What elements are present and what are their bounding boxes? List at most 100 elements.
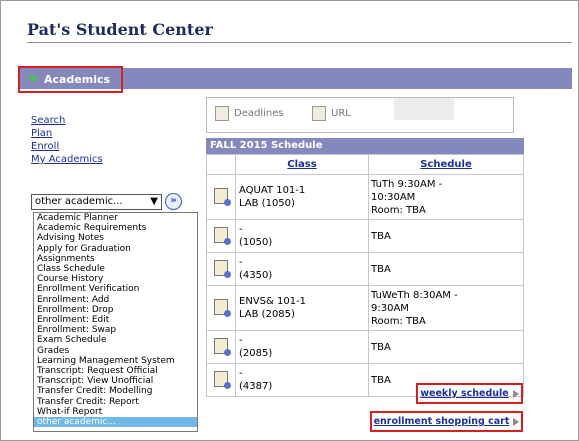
schedule-cell: TBA (368, 330, 524, 364)
class-details-icon-cell[interactable] (206, 252, 236, 286)
class-details-icon[interactable] (214, 370, 231, 389)
chevron-down-icon: ▼ (150, 196, 158, 207)
schedule-time: TBA (371, 263, 391, 275)
url-link[interactable]: URL (312, 106, 351, 121)
class-details-icon-cell[interactable] (206, 363, 236, 397)
listbox-option[interactable]: Transcript: View Unofficial (34, 376, 197, 386)
class-details-icon[interactable] (214, 226, 231, 245)
class-column-header[interactable]: Class (235, 154, 369, 175)
enroll-link[interactable]: Enroll (31, 140, 103, 153)
listbox-option[interactable]: Transcript: Request Official (34, 366, 197, 376)
class-name: - (239, 335, 243, 346)
double-chevron-right-icon[interactable]: » (165, 193, 182, 210)
class-details-icon-cell[interactable] (206, 285, 236, 331)
enrollment-cart-label: enrollment shopping cart (373, 416, 510, 427)
listbox-option[interactable]: Enrollment Verification (34, 284, 197, 294)
listbox-option[interactable]: Enrollment: Add (34, 295, 197, 305)
class-section: (4387) (239, 381, 273, 392)
my-academics-link[interactable]: My Academics (31, 153, 103, 166)
academics-links: Search Plan Enroll My Academics (31, 114, 103, 166)
schedule-row: - (4350) TBA (206, 252, 524, 286)
class-cell: - (1050) (235, 219, 369, 253)
search-link[interactable]: Search (31, 114, 103, 127)
listbox-option[interactable]: Transfer Credit: Report (34, 397, 197, 407)
listbox-option[interactable]: Transfer Credit: Modelling (34, 386, 197, 396)
class-details-icon-cell[interactable] (206, 219, 236, 253)
schedule-cell: TuWeTh 8:30AM -9:30AM Room: TBA (368, 285, 524, 331)
schedule-table: Class Schedule AQUAT 101-1 LAB (1050) TuTh… (206, 154, 524, 397)
play-arrow-icon (513, 417, 520, 426)
schedule-column-header[interactable]: Schedule (368, 154, 524, 175)
class-cell: ENVS& 101-1 LAB (2085) (235, 285, 369, 331)
class-details-icon[interactable] (214, 187, 231, 206)
listbox-option[interactable]: Learning Management System (34, 356, 197, 366)
schedule-cell: TBA (368, 252, 524, 286)
weekly-schedule-button[interactable]: weekly schedule (416, 383, 523, 404)
deadlines-label: Deadlines (234, 108, 284, 119)
schedule-room: Room: TBA (371, 315, 426, 327)
deadlines-link[interactable]: Deadlines (215, 106, 284, 121)
schedule-row: ENVS& 101-1 LAB (2085) TuWeTh 8:30AM -9:30… (206, 285, 524, 331)
schedule-time: TuWeTh 8:30AM - (371, 289, 458, 301)
schedule-header: FALL 2015 Schedule (206, 138, 524, 154)
listbox-option[interactable]: Course History (34, 274, 197, 284)
schedule-row: AQUAT 101-1 LAB (1050) TuTh 9:30AM -10:30A… (206, 174, 524, 220)
listbox-option[interactable]: Grades (34, 346, 197, 356)
schedule-time: TuTh 9:30AM - (371, 178, 443, 190)
class-name: ENVS& 101-1 (239, 296, 307, 307)
dropdown-selected-value: other academic... (35, 196, 123, 207)
schedule-time: TBA (371, 230, 391, 242)
title-divider (27, 42, 572, 43)
listbox-option[interactable]: Exam Schedule (34, 335, 197, 345)
class-details-icon-cell[interactable] (206, 330, 236, 364)
class-cell: - (2085) (235, 330, 369, 364)
class-section: (4350) (239, 270, 273, 281)
listbox-option[interactable]: Enrollment: Drop (34, 305, 197, 315)
schedule-panel: FALL 2015 Schedule Class Schedule AQUAT … (206, 138, 524, 397)
class-details-icon-cell[interactable] (206, 174, 236, 220)
enrollment-cart-button[interactable]: enrollment shopping cart (370, 411, 523, 432)
play-arrow-icon (512, 389, 519, 398)
schedule-time-end: 9:30AM (371, 302, 409, 314)
class-section: (1050) (239, 237, 273, 248)
listbox-option[interactable]: Assignments (34, 254, 197, 264)
class-name: - (239, 224, 243, 235)
class-cell: - (4387) (235, 363, 369, 397)
academic-options-listbox[interactable]: Academic Planner Academic Requirements Adv… (33, 212, 198, 432)
class-name: - (239, 368, 243, 379)
listbox-option[interactable]: Apply for Graduation (34, 244, 197, 254)
listbox-option[interactable]: Academic Planner (34, 213, 197, 223)
schedule-row: - (1050) TBA (206, 219, 524, 253)
class-details-icon[interactable] (214, 337, 231, 356)
class-name: AQUAT 101-1 (239, 185, 306, 196)
listbox-option[interactable]: Enrollment: Swap (34, 325, 197, 335)
schedule-room: Room: TBA (371, 204, 426, 216)
class-section: (2085) (239, 348, 273, 359)
schedule-time-end: 10:30AM (371, 191, 416, 203)
class-details-icon[interactable] (214, 298, 231, 317)
blurred-content (394, 98, 454, 120)
class-cell: AQUAT 101-1 LAB (1050) (235, 174, 369, 220)
plan-link[interactable]: Plan (31, 127, 103, 140)
listbox-option[interactable]: Enrollment: Edit (34, 315, 197, 325)
weekly-schedule-label: weekly schedule (420, 388, 509, 399)
academics-section-label: Academics (44, 73, 111, 86)
icon-column-header (206, 154, 236, 175)
listbox-option[interactable]: Academic Requirements (34, 223, 197, 233)
schedule-cell: TuTh 9:30AM -10:30AM Room: TBA (368, 174, 524, 220)
class-cell: - (4350) (235, 252, 369, 286)
other-academic-dropdown[interactable]: other academic... ▼ (31, 194, 162, 210)
class-name: - (239, 257, 243, 268)
listbox-option[interactable]: other academic... (34, 417, 197, 428)
academics-section-toggle[interactable]: Academics (18, 66, 123, 93)
listbox-option[interactable]: Class Schedule (34, 264, 197, 274)
page-title: Pat's Student Center (27, 20, 213, 39)
listbox-option[interactable]: Advising Notes (34, 233, 197, 243)
class-section: LAB (1050) (239, 198, 295, 209)
schedule-cell: TBA (368, 219, 524, 253)
listbox-option[interactable]: What-if Report (34, 407, 197, 417)
class-details-icon[interactable] (214, 259, 231, 278)
class-section: LAB (2085) (239, 309, 295, 320)
schedule-time: TBA (371, 341, 391, 353)
schedule-row: - (2085) TBA (206, 330, 524, 364)
